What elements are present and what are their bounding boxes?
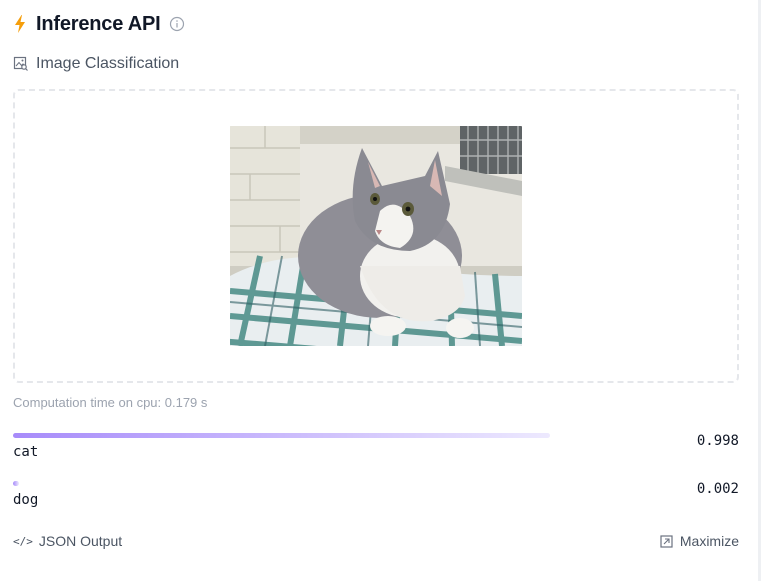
maximize-button[interactable]: Maximize — [660, 533, 739, 549]
info-icon[interactable] — [169, 16, 185, 32]
image-classification-icon — [13, 56, 29, 72]
result-bar-dog — [13, 481, 19, 486]
result-score: 0.998 — [696, 433, 739, 449]
result-label: dog — [13, 492, 39, 508]
lightning-icon — [13, 14, 27, 34]
result-label: cat — [13, 444, 39, 460]
widget-header: Inference API — [13, 10, 185, 38]
json-output-label: JSON Output — [38, 533, 123, 549]
task-type: Image Classification — [13, 53, 179, 75]
result-score: 0.002 — [696, 481, 739, 497]
maximize-icon — [660, 534, 673, 548]
result-row-cat: cat 0.998 — [13, 433, 739, 473]
image-dropzone[interactable] — [13, 89, 739, 383]
result-bar-cat — [13, 433, 550, 438]
json-output-button[interactable]: </> JSON Output — [13, 533, 122, 549]
uploaded-image — [230, 126, 522, 346]
result-row-dog: dog 0.002 — [13, 481, 739, 521]
page-title: Inference API — [36, 12, 161, 35]
code-icon: </> — [13, 534, 33, 548]
inference-widget: Inference API Image Classification Compu… — [13, 0, 739, 581]
maximize-label: Maximize — [679, 533, 739, 549]
computation-time: Computation time on cpu: 0.179 s — [13, 395, 208, 410]
task-label: Image Classification — [36, 55, 180, 72]
